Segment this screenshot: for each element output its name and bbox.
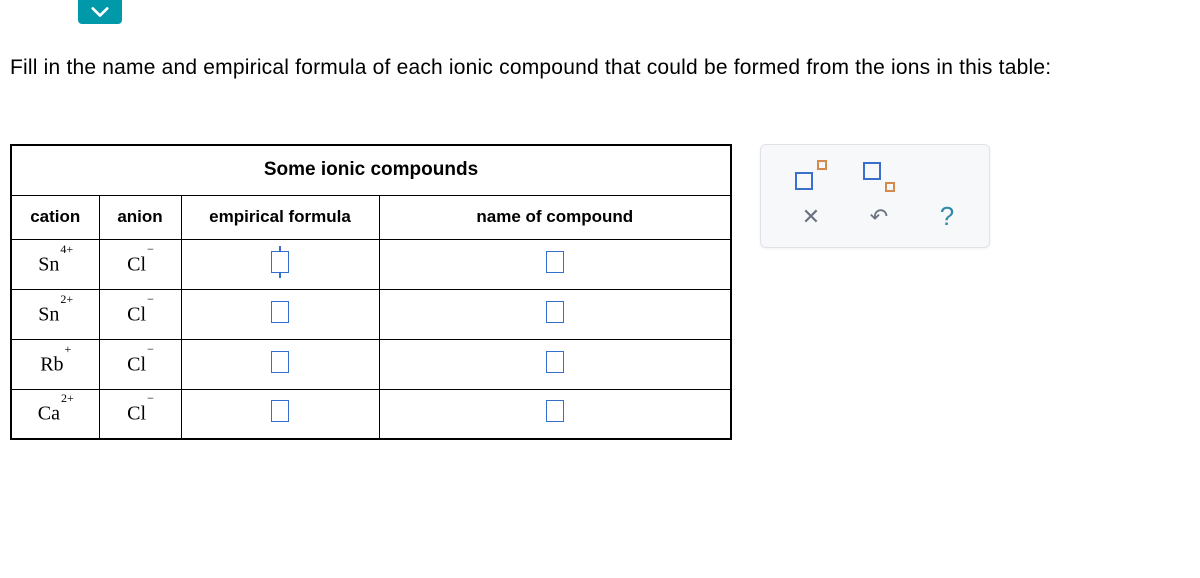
formula-input-cell[interactable] [181, 289, 379, 339]
table-row: Sn2+ Cl− [11, 289, 731, 339]
close-icon: ✕ [802, 204, 820, 230]
help-button[interactable]: ? [927, 199, 967, 235]
superscript-icon [795, 162, 827, 190]
formula-input-cell[interactable] [181, 389, 379, 439]
header-cation: cation [11, 195, 99, 239]
header-name: name of compound [379, 195, 731, 239]
subscript-icon [863, 162, 895, 190]
formula-input[interactable] [271, 400, 289, 422]
name-input[interactable] [546, 251, 564, 273]
formula-input-cell[interactable] [181, 239, 379, 289]
superscript-button[interactable] [791, 158, 831, 194]
cation-cell: Ca2+ [11, 389, 99, 439]
table-row: Ca2+ Cl− [11, 389, 731, 439]
cation-cell: Sn4+ [11, 239, 99, 289]
formula-input[interactable] [271, 251, 289, 273]
name-input[interactable] [546, 351, 564, 373]
table-row: Sn4+ Cl− [11, 239, 731, 289]
header-anion: anion [99, 195, 181, 239]
toolbar-row-2: ✕ ↶ ? [773, 196, 977, 237]
anion-cell: Cl− [99, 289, 181, 339]
formula-input-cell[interactable] [181, 339, 379, 389]
input-toolbar: ✕ ↶ ? [760, 144, 990, 248]
header-formula: empirical formula [181, 195, 379, 239]
table-title: Some ionic compounds [11, 145, 731, 195]
formula-input[interactable] [271, 301, 289, 323]
name-input-cell[interactable] [379, 289, 731, 339]
cation-cell: Sn2+ [11, 289, 99, 339]
name-input-cell[interactable] [379, 389, 731, 439]
undo-button[interactable]: ↶ [859, 199, 899, 235]
dropdown-toggle[interactable] [78, 0, 122, 24]
instruction-text: Fill in the name and empirical formula o… [10, 56, 1051, 80]
toolbar-row-1 [773, 155, 977, 196]
ionic-compounds-table: Some ionic compounds cation anion empiri… [10, 144, 732, 440]
cation-cell: Rb+ [11, 339, 99, 389]
subscript-button[interactable] [859, 158, 899, 194]
anion-cell: Cl− [99, 339, 181, 389]
name-input-cell[interactable] [379, 239, 731, 289]
name-input[interactable] [546, 301, 564, 323]
name-input[interactable] [546, 400, 564, 422]
chevron-down-icon [91, 6, 109, 18]
name-input-cell[interactable] [379, 339, 731, 389]
clear-button[interactable]: ✕ [791, 199, 831, 235]
undo-icon: ↶ [870, 204, 888, 230]
anion-cell: Cl− [99, 389, 181, 439]
table-row: Rb+ Cl− [11, 339, 731, 389]
help-icon: ? [940, 201, 954, 232]
anion-cell: Cl− [99, 239, 181, 289]
formula-input[interactable] [271, 351, 289, 373]
